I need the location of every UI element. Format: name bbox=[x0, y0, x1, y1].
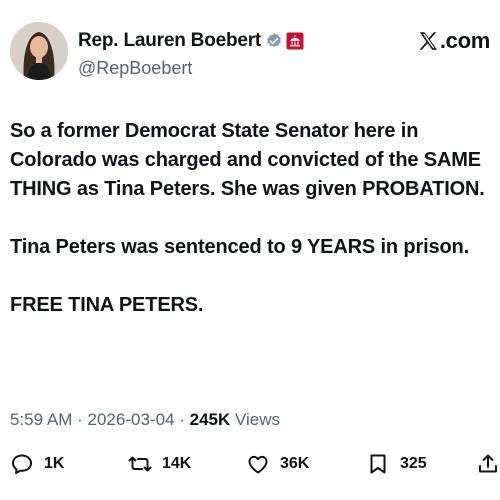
post-paragraph: FREE TINA PETERS. bbox=[10, 294, 204, 316]
post-paragraph: Tina Peters was sentenced to 9 YEARS in … bbox=[10, 236, 470, 258]
display-name-row: Rep. Lauren Boebert bbox=[78, 30, 304, 52]
like-count: 36K bbox=[280, 455, 310, 472]
views-count: 245K bbox=[189, 410, 231, 429]
reply-icon bbox=[12, 454, 32, 474]
author-display-name[interactable]: Rep. Lauren Boebert bbox=[78, 30, 261, 52]
repost-icon bbox=[128, 456, 152, 472]
government-affiliation-icon[interactable] bbox=[286, 32, 304, 50]
avatar-image bbox=[10, 22, 68, 80]
reply-count: 1K bbox=[44, 455, 65, 472]
post-text: So a former Democrat State Senator here … bbox=[10, 117, 492, 320]
author-handle[interactable]: @RepBoebert bbox=[78, 58, 304, 79]
brand-label: .com bbox=[439, 28, 490, 53]
post-paragraph: So a former Democrat State Senator here … bbox=[10, 120, 485, 200]
share-icon bbox=[479, 454, 497, 473]
bookmark-icon bbox=[370, 454, 386, 474]
meta-separator: · bbox=[77, 410, 83, 429]
brand-logo: .com bbox=[417, 28, 490, 54]
bookmark-count: 325 bbox=[400, 455, 427, 472]
repost-count: 14K bbox=[162, 455, 192, 472]
views-label: Views bbox=[235, 410, 281, 429]
post-date[interactable]: 2026-03-04 bbox=[88, 410, 175, 429]
avatar[interactable] bbox=[10, 22, 68, 80]
post-time[interactable]: 5:59 AM bbox=[10, 410, 72, 429]
repost-button[interactable]: 14K bbox=[128, 450, 191, 478]
x-logo-icon bbox=[417, 30, 439, 52]
reply-button[interactable]: 1K bbox=[10, 450, 64, 478]
post-header: Rep. Lauren Boebert @RepBoebert .com bbox=[10, 22, 494, 84]
bookmark-button[interactable]: 325 bbox=[366, 450, 427, 478]
author-names: Rep. Lauren Boebert @RepBoebert bbox=[78, 30, 304, 79]
verified-badge-icon bbox=[265, 32, 283, 50]
share-button[interactable] bbox=[476, 450, 500, 478]
like-button[interactable]: 36K bbox=[246, 450, 309, 478]
meta-separator: · bbox=[179, 410, 185, 429]
heart-icon bbox=[248, 455, 268, 474]
action-bar: 1K 14K 36K 325 bbox=[10, 450, 500, 478]
post-meta: 5:59 AM · 2026-03-04 · 245K Views bbox=[10, 410, 280, 430]
